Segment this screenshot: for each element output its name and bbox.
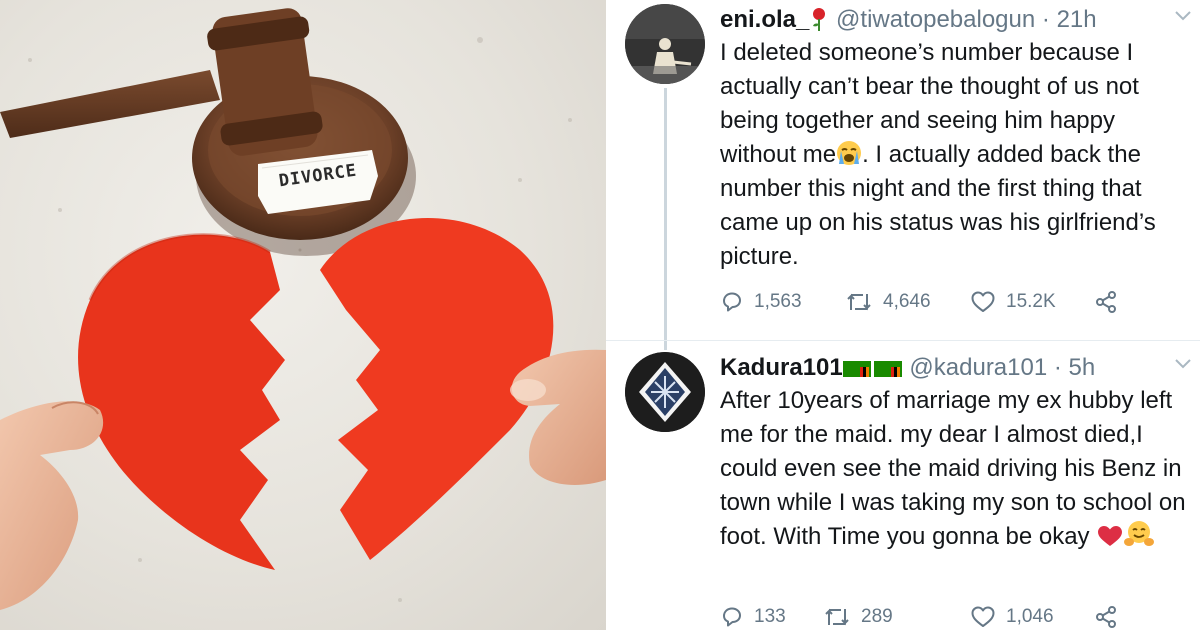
retweet-count: 289 [861, 606, 893, 627]
like-count: 1,046 [1006, 606, 1054, 627]
tweet-divider [606, 340, 1200, 341]
separator-dot: · [1053, 354, 1062, 381]
reply-icon [723, 292, 741, 312]
timestamp[interactable]: 5h [1069, 354, 1096, 381]
like-button[interactable]: 15.2K [970, 287, 1056, 317]
timestamp[interactable]: 21h [1057, 6, 1097, 33]
tweet-text: After 10years of marriage my ex hubby le… [720, 384, 1194, 554]
like-icon [971, 606, 995, 627]
share-icon [1096, 606, 1116, 628]
user-handle[interactable]: @tiwatopebalogun [836, 6, 1035, 33]
zambia-flag-emoji [842, 361, 902, 377]
display-name[interactable]: Kadura101 [720, 354, 843, 381]
display-name[interactable]: eni.ola_ [720, 6, 809, 33]
share-button[interactable] [1094, 602, 1118, 630]
reply-button[interactable]: 1,563 [720, 287, 802, 317]
like-icon [971, 291, 995, 312]
red-heart-emoji [1098, 526, 1123, 546]
tweet-actions: 1,563 4,646 15.2K [720, 287, 1140, 317]
like-count: 15.2K [1006, 291, 1056, 312]
avatar[interactable] [625, 4, 705, 84]
tweet-text: I deleted someone’s number because I act… [720, 36, 1194, 274]
chevron-down-icon[interactable] [1174, 358, 1192, 370]
thread-connector-line [664, 88, 667, 350]
retweet-icon [847, 293, 871, 311]
retweet-icon [825, 608, 849, 626]
share-icon [1096, 291, 1116, 313]
tweet-actions: 133 289 1,046 [720, 602, 1140, 630]
retweet-count: 4,646 [883, 291, 931, 312]
avatar[interactable] [625, 352, 705, 432]
tweet-header: Kadura101 @kadura101 · 5h [720, 352, 1095, 384]
broken-heart-gavel-illustration [0, 8, 606, 610]
share-button[interactable] [1094, 287, 1118, 317]
retweet-button[interactable]: 4,646 [845, 287, 931, 317]
tweet-feed: eni.ola_ @tiwatopebalogun · 21h I delete… [606, 0, 1200, 630]
reply-count: 1,563 [754, 291, 802, 312]
chevron-down-icon[interactable] [1174, 10, 1192, 22]
user-handle[interactable]: @kadura101 [909, 354, 1047, 381]
like-button[interactable]: 1,046 [970, 602, 1054, 630]
photo-panel: DIVORCE [0, 0, 606, 630]
rose-emoji [813, 8, 826, 31]
tweet-header: eni.ola_ @tiwatopebalogun · 21h [720, 4, 1097, 36]
separator-dot: · [1041, 6, 1050, 33]
hugging-face-emoji [1124, 521, 1155, 546]
reply-count: 133 [754, 606, 786, 627]
loudly-crying-face-emoji [837, 141, 862, 165]
reply-icon [723, 607, 741, 627]
retweet-button[interactable]: 289 [823, 602, 893, 630]
reply-button[interactable]: 133 [720, 602, 786, 630]
